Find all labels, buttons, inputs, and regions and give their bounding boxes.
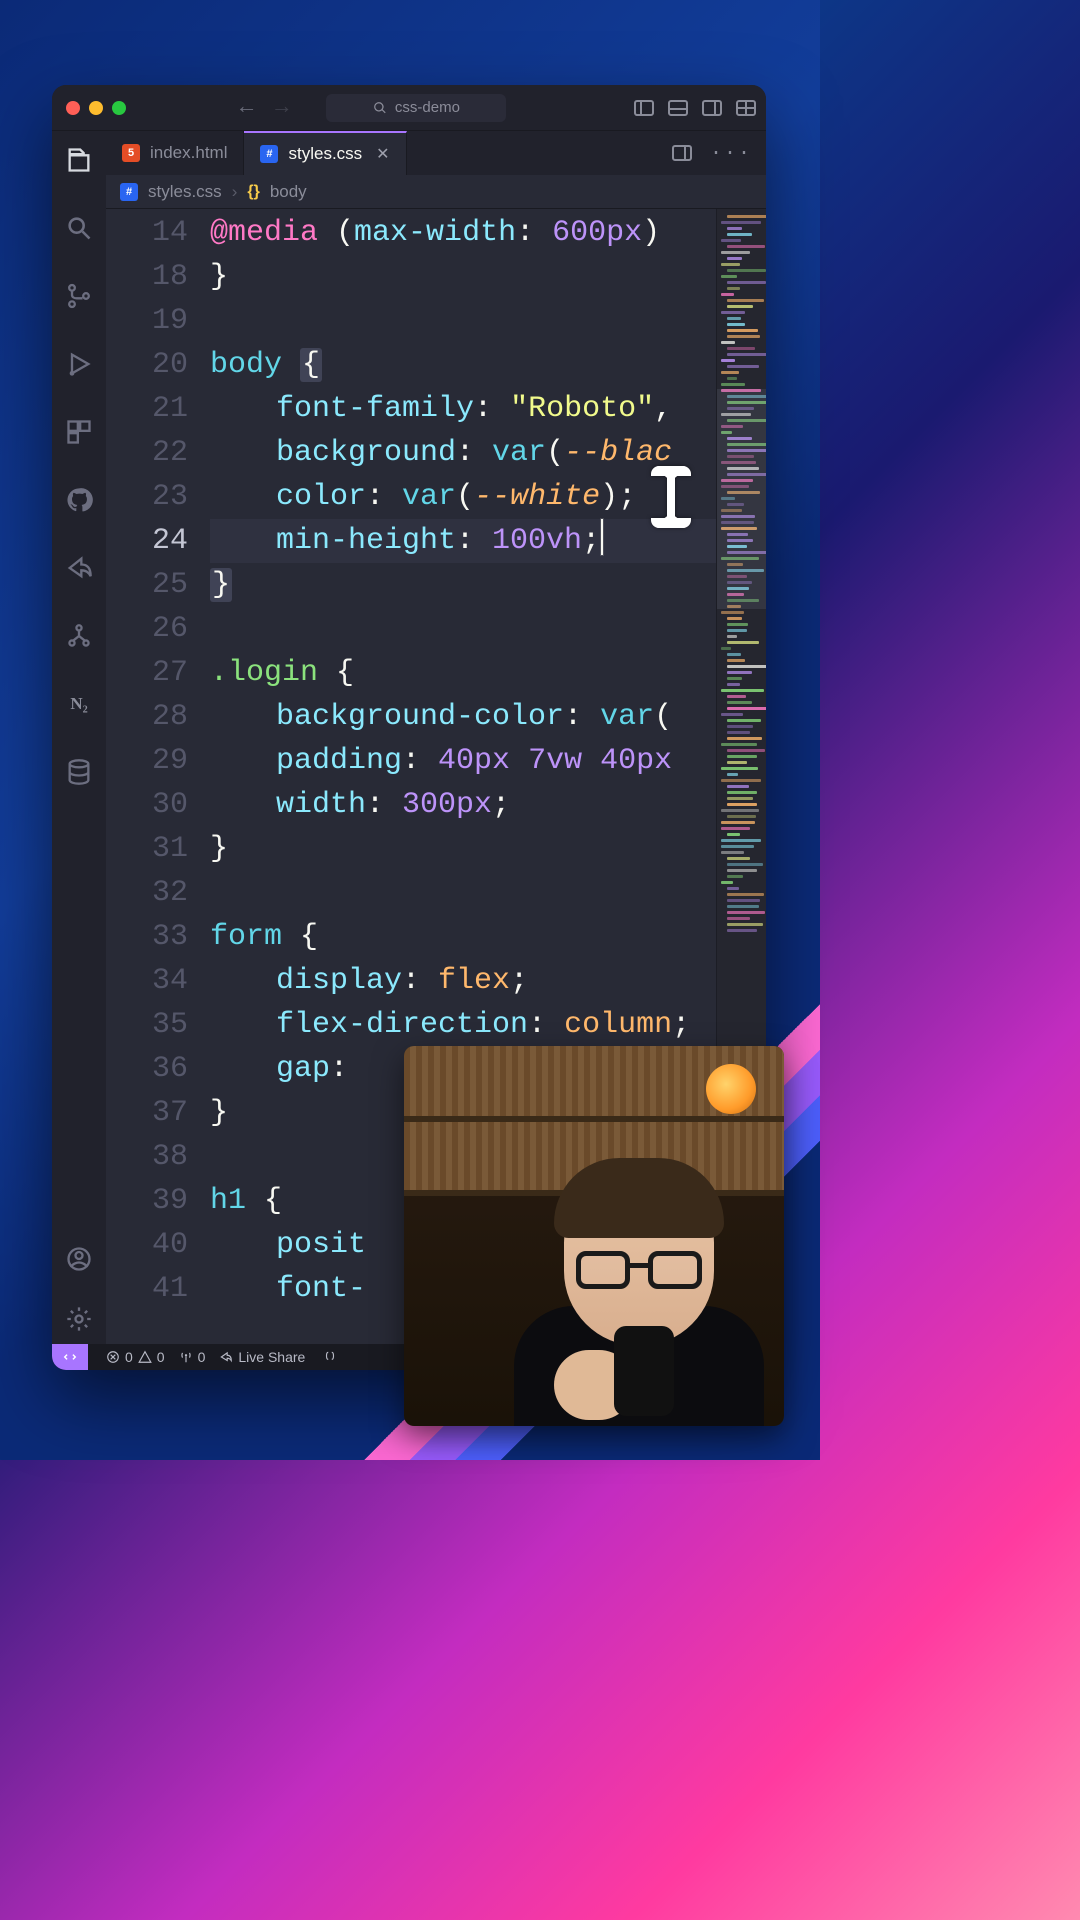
activity-database[interactable] <box>64 757 94 787</box>
activity-accounts[interactable] <box>64 1244 94 1274</box>
tab-styles-css[interactable]: # styles.css ✕ <box>244 131 406 175</box>
error-icon <box>106 1350 120 1364</box>
antenna-icon <box>179 1350 193 1364</box>
activity-tree[interactable] <box>64 621 94 651</box>
customize-layout-icon[interactable] <box>736 100 756 116</box>
window-controls <box>62 101 132 115</box>
minimize-window-button[interactable] <box>89 101 103 115</box>
search-icon <box>373 101 387 115</box>
activity-settings[interactable] <box>64 1304 94 1334</box>
line-number-gutter: 1418192021222324252627282930313233343536… <box>106 209 210 1344</box>
editor-tabs: 5 index.html # styles.css ✕ ··· <box>106 131 766 175</box>
html-file-icon: 5 <box>122 144 140 162</box>
nav-forward-button[interactable]: → <box>275 97 288 119</box>
tab-label: index.html <box>150 143 227 163</box>
activity-search[interactable] <box>64 213 94 243</box>
webcam-overlay <box>404 1046 784 1426</box>
css-file-icon: # <box>120 183 138 201</box>
activity-github[interactable] <box>64 485 94 515</box>
nav-arrows: ← → <box>240 97 288 119</box>
chevron-right-icon: › <box>232 182 238 202</box>
activity-extensions[interactable] <box>64 417 94 447</box>
split-editor-icon[interactable] <box>672 145 692 161</box>
close-tab-button[interactable]: ✕ <box>376 144 389 164</box>
live-share-button[interactable]: Live Share <box>219 1349 305 1365</box>
activity-source-control[interactable] <box>64 281 94 311</box>
command-center-search[interactable]: css-demo <box>326 94 506 122</box>
activity-run-debug[interactable] <box>64 349 94 379</box>
warning-icon <box>138 1350 152 1364</box>
activity-n2[interactable]: N₂ <box>64 689 94 719</box>
nav-back-button[interactable]: ← <box>240 97 253 119</box>
person-silhouette <box>494 1146 754 1426</box>
close-window-button[interactable] <box>66 101 80 115</box>
status-extra[interactable] <box>323 1350 337 1364</box>
activity-bar: N₂ <box>52 131 106 1344</box>
tab-label: styles.css <box>288 144 362 164</box>
breadcrumb-symbol: body <box>270 182 307 202</box>
breadcrumb-file: styles.css <box>148 182 222 202</box>
minimap-viewport[interactable] <box>717 389 766 609</box>
toggle-sidebar-right-icon[interactable] <box>702 100 722 116</box>
editor-more-actions[interactable]: ··· <box>710 142 752 165</box>
search-text: css-demo <box>395 99 460 116</box>
toggle-panel-icon[interactable] <box>668 100 688 116</box>
problems-indicator[interactable]: 0 0 <box>106 1349 165 1365</box>
activity-explorer[interactable] <box>64 145 94 175</box>
bracket-icon <box>323 1350 337 1364</box>
lamp-decoration <box>706 1064 756 1114</box>
css-file-icon: # <box>260 145 278 163</box>
maximize-window-button[interactable] <box>112 101 126 115</box>
toggle-sidebar-left-icon[interactable] <box>634 100 654 116</box>
ports-indicator[interactable]: 0 <box>179 1349 206 1365</box>
titlebar-layout-controls <box>634 100 756 116</box>
live-share-icon <box>219 1350 233 1364</box>
tab-index-html[interactable]: 5 index.html <box>106 131 244 175</box>
css-rule-icon: {} <box>247 183 259 201</box>
activity-share[interactable] <box>64 553 94 583</box>
titlebar: ← → css-demo <box>52 85 766 131</box>
remote-indicator[interactable] <box>52 1344 88 1370</box>
breadcrumb[interactable]: # styles.css › {} body <box>106 175 766 209</box>
